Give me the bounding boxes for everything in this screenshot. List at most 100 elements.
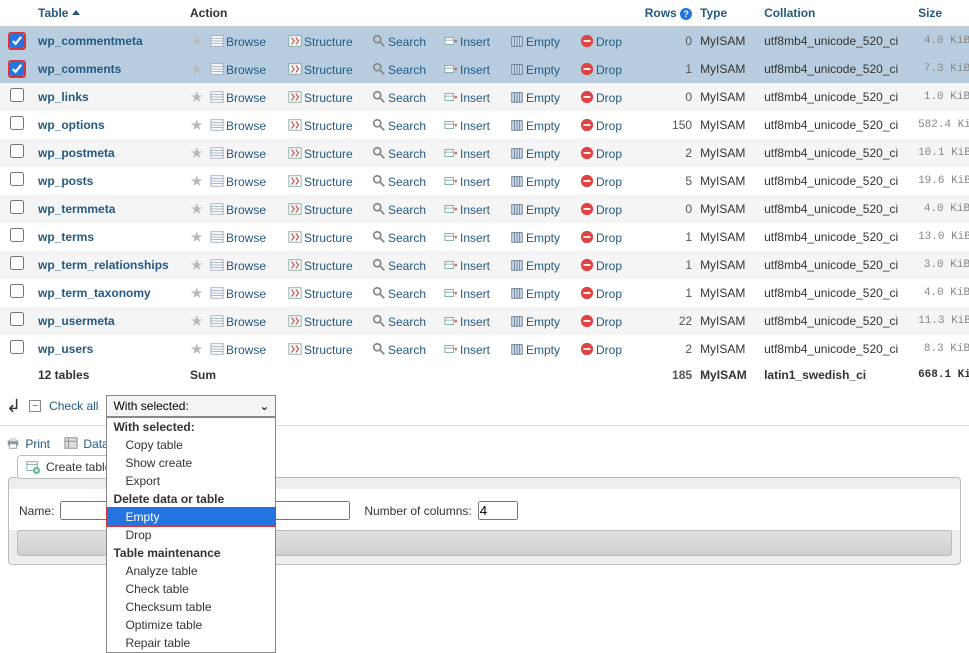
structure-action[interactable]: Structure [288,147,353,161]
drop-action[interactable]: Drop [580,63,622,77]
favorite-icon[interactable]: ★ [190,284,206,302]
favorite-icon[interactable]: ★ [190,228,206,246]
drop-action[interactable]: Drop [580,315,622,329]
drop-action[interactable]: Drop [580,119,622,133]
table-name-link[interactable]: wp_posts [38,174,93,188]
insert-action[interactable]: Insert [444,63,490,77]
structure-action[interactable]: Structure [288,315,353,329]
table-name-link[interactable]: wp_postmeta [38,146,115,160]
row-checkbox[interactable] [10,228,24,242]
dropdown-item[interactable]: Empty [107,508,275,526]
insert-action[interactable]: Insert [444,91,490,105]
favorite-icon[interactable]: ★ [190,256,206,274]
favorite-icon[interactable]: ★ [190,60,206,78]
insert-action[interactable]: Insert [444,315,490,329]
table-name-link[interactable]: wp_termmeta [38,202,115,216]
favorite-icon[interactable]: ★ [190,172,206,190]
search-action[interactable]: Search [372,287,426,301]
insert-action[interactable]: Insert [444,147,490,161]
search-action[interactable]: Search [372,343,426,357]
favorite-icon[interactable]: ★ [190,312,206,330]
row-checkbox[interactable] [10,172,24,186]
search-action[interactable]: Search [372,119,426,133]
col-table[interactable]: Table [34,0,186,27]
empty-action[interactable]: Empty [510,287,560,301]
table-name-link[interactable]: wp_term_taxonomy [38,286,151,300]
row-checkbox[interactable] [10,200,24,214]
browse-action[interactable]: Browse [210,35,266,49]
row-checkbox[interactable] [10,256,24,270]
empty-action[interactable]: Empty [510,259,560,273]
dropdown-item[interactable]: Check table [107,580,275,598]
browse-action[interactable]: Browse [210,203,266,217]
favorite-icon[interactable]: ★ [190,200,206,218]
browse-action[interactable]: Browse [210,91,266,105]
browse-action[interactable]: Browse [210,315,266,329]
favorite-icon[interactable]: ★ [190,32,206,50]
insert-action[interactable]: Insert [444,119,490,133]
dropdown-item[interactable]: Show create [107,454,275,472]
row-checkbox[interactable] [10,116,24,130]
dropdown-item[interactable]: Copy table [107,436,275,454]
table-name-link[interactable]: wp_term_relationships [38,258,169,272]
empty-action[interactable]: Empty [510,203,560,217]
empty-action[interactable]: Empty [510,91,560,105]
search-action[interactable]: Search [372,35,426,49]
empty-action[interactable]: Empty [510,35,560,49]
row-checkbox[interactable] [10,340,24,354]
structure-action[interactable]: Structure [288,35,353,49]
insert-action[interactable]: Insert [444,203,490,217]
browse-action[interactable]: Browse [210,231,266,245]
search-action[interactable]: Search [372,231,426,245]
drop-action[interactable]: Drop [580,287,622,301]
table-name-link[interactable]: wp_links [38,90,89,104]
favorite-icon[interactable]: ★ [190,88,206,106]
structure-action[interactable]: Structure [288,203,353,217]
browse-action[interactable]: Browse [210,147,266,161]
row-checkbox[interactable] [10,144,24,158]
drop-action[interactable]: Drop [580,231,622,245]
table-name-link[interactable]: wp_commentmeta [38,34,143,48]
browse-action[interactable]: Browse [210,287,266,301]
structure-action[interactable]: Structure [288,287,353,301]
table-name-link[interactable]: wp_users [38,342,93,356]
drop-action[interactable]: Drop [580,203,622,217]
print-link[interactable]: Print [6,436,50,451]
row-checkbox[interactable] [10,62,24,76]
insert-action[interactable]: Insert [444,287,490,301]
search-action[interactable]: Search [372,175,426,189]
drop-action[interactable]: Drop [580,259,622,273]
table-name-link[interactable]: wp_terms [38,230,94,244]
insert-action[interactable]: Insert [444,35,490,49]
empty-action[interactable]: Empty [510,147,560,161]
col-size[interactable]: Size [914,0,969,27]
favorite-icon[interactable]: ★ [190,116,206,134]
structure-action[interactable]: Structure [288,175,353,189]
structure-action[interactable]: Structure [288,343,353,357]
browse-action[interactable]: Browse [210,343,266,357]
favorite-icon[interactable]: ★ [190,340,206,358]
row-checkbox[interactable] [10,88,24,102]
row-checkbox[interactable] [10,312,24,326]
empty-action[interactable]: Empty [510,63,560,77]
browse-action[interactable]: Browse [210,259,266,273]
uncheck-icon[interactable]: − [29,400,41,412]
empty-action[interactable]: Empty [510,231,560,245]
search-action[interactable]: Search [372,147,426,161]
dropdown-item[interactable]: Repair table [107,634,275,652]
search-action[interactable]: Search [372,203,426,217]
row-checkbox[interactable] [10,34,24,48]
empty-action[interactable]: Empty [510,175,560,189]
browse-action[interactable]: Browse [210,63,266,77]
search-action[interactable]: Search [372,63,426,77]
dropdown-item[interactable]: Analyze table [107,562,275,580]
col-rows[interactable]: Rows ? [636,0,696,27]
favorite-icon[interactable]: ★ [190,144,206,162]
structure-action[interactable]: Structure [288,91,353,105]
drop-action[interactable]: Drop [580,91,622,105]
dropdown-item[interactable]: Checksum table [107,598,275,616]
insert-action[interactable]: Insert [444,343,490,357]
search-action[interactable]: Search [372,315,426,329]
drop-action[interactable]: Drop [580,35,622,49]
col-type[interactable]: Type [696,0,760,27]
